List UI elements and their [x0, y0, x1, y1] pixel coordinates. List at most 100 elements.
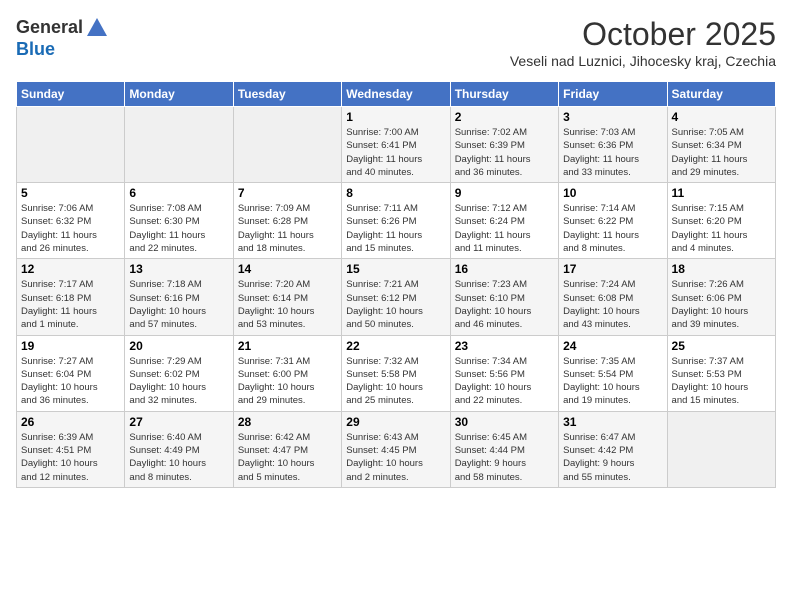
- day-info: Sunrise: 7:32 AM Sunset: 5:58 PM Dayligh…: [346, 355, 445, 408]
- day-info: Sunrise: 7:37 AM Sunset: 5:53 PM Dayligh…: [672, 355, 771, 408]
- calendar-cell: 26 Sunrise: 6:39 AM Sunset: 4:51 PM Dayli…: [17, 411, 125, 487]
- calendar-cell: [17, 107, 125, 183]
- calendar-cell: 4 Sunrise: 7:05 AM Sunset: 6:34 PM Daylig…: [667, 107, 775, 183]
- weekday-header-thursday: Thursday: [450, 82, 558, 107]
- calendar-week-4: 19 Sunrise: 7:27 AM Sunset: 6:04 PM Dayli…: [17, 335, 776, 411]
- day-number: 1: [346, 110, 445, 124]
- calendar-cell: 2 Sunrise: 7:02 AM Sunset: 6:39 PM Daylig…: [450, 107, 558, 183]
- calendar-cell: 14Sunrise: 7:20 AM Sunset: 6:14 PM Dayli…: [233, 259, 341, 335]
- weekday-header-saturday: Saturday: [667, 82, 775, 107]
- day-number: 11: [672, 186, 771, 200]
- calendar-cell: 1 Sunrise: 7:00 AM Sunset: 6:41 PM Daylig…: [342, 107, 450, 183]
- day-info: Sunrise: 7:08 AM Sunset: 6:30 PM Dayligh…: [129, 202, 228, 255]
- calendar-week-3: 12Sunrise: 7:17 AM Sunset: 6:18 PM Dayli…: [17, 259, 776, 335]
- day-info: Sunrise: 7:05 AM Sunset: 6:34 PM Dayligh…: [672, 126, 771, 179]
- day-number: 31: [563, 415, 662, 429]
- day-number: 18: [672, 262, 771, 276]
- calendar-cell: 7Sunrise: 7:09 AM Sunset: 6:28 PM Daylig…: [233, 183, 341, 259]
- day-number: 21: [238, 339, 337, 353]
- calendar-cell: 25 Sunrise: 7:37 AM Sunset: 5:53 PM Dayli…: [667, 335, 775, 411]
- calendar-cell: 13 Sunrise: 7:18 AM Sunset: 6:16 PM Dayli…: [125, 259, 233, 335]
- calendar-cell: 19 Sunrise: 7:27 AM Sunset: 6:04 PM Dayli…: [17, 335, 125, 411]
- logo: General Blue: [16, 16, 109, 60]
- calendar-cell: 8Sunrise: 7:11 AM Sunset: 6:26 PM Daylig…: [342, 183, 450, 259]
- day-info: Sunrise: 7:14 AM Sunset: 6:22 PM Dayligh…: [563, 202, 662, 255]
- calendar-cell: 30Sunrise: 6:45 AM Sunset: 4:44 PM Dayli…: [450, 411, 558, 487]
- day-info: Sunrise: 7:35 AM Sunset: 5:54 PM Dayligh…: [563, 355, 662, 408]
- day-number: 24: [563, 339, 662, 353]
- day-info: Sunrise: 7:24 AM Sunset: 6:08 PM Dayligh…: [563, 278, 662, 331]
- calendar-cell: [233, 107, 341, 183]
- day-number: 16: [455, 262, 554, 276]
- day-info: Sunrise: 7:34 AM Sunset: 5:56 PM Dayligh…: [455, 355, 554, 408]
- day-info: Sunrise: 6:39 AM Sunset: 4:51 PM Dayligh…: [21, 431, 120, 484]
- calendar-cell: 17Sunrise: 7:24 AM Sunset: 6:08 PM Dayli…: [559, 259, 667, 335]
- day-info: Sunrise: 7:12 AM Sunset: 6:24 PM Dayligh…: [455, 202, 554, 255]
- calendar-cell: 6 Sunrise: 7:08 AM Sunset: 6:30 PM Daylig…: [125, 183, 233, 259]
- title-section: October 2025 Veseli nad Luznici, Jihoces…: [510, 16, 776, 69]
- day-info: Sunrise: 7:02 AM Sunset: 6:39 PM Dayligh…: [455, 126, 554, 179]
- calendar-cell: 11Sunrise: 7:15 AM Sunset: 6:20 PM Dayli…: [667, 183, 775, 259]
- day-number: 29: [346, 415, 445, 429]
- day-info: Sunrise: 7:29 AM Sunset: 6:02 PM Dayligh…: [129, 355, 228, 408]
- day-info: Sunrise: 7:27 AM Sunset: 6:04 PM Dayligh…: [21, 355, 120, 408]
- location-title: Veseli nad Luznici, Jihocesky kraj, Czec…: [510, 53, 776, 69]
- calendar-cell: 22Sunrise: 7:32 AM Sunset: 5:58 PM Dayli…: [342, 335, 450, 411]
- calendar-cell: 15 Sunrise: 7:21 AM Sunset: 6:12 PM Dayli…: [342, 259, 450, 335]
- calendar-cell: [125, 107, 233, 183]
- weekday-header-sunday: Sunday: [17, 82, 125, 107]
- day-number: 4: [672, 110, 771, 124]
- day-info: Sunrise: 7:00 AM Sunset: 6:41 PM Dayligh…: [346, 126, 445, 179]
- day-number: 5: [21, 186, 120, 200]
- calendar-week-1: 1 Sunrise: 7:00 AM Sunset: 6:41 PM Daylig…: [17, 107, 776, 183]
- calendar-cell: 29 Sunrise: 6:43 AM Sunset: 4:45 PM Dayli…: [342, 411, 450, 487]
- day-info: Sunrise: 6:42 AM Sunset: 4:47 PM Dayligh…: [238, 431, 337, 484]
- calendar: SundayMondayTuesdayWednesdayThursdayFrid…: [16, 81, 776, 488]
- day-info: Sunrise: 7:18 AM Sunset: 6:16 PM Dayligh…: [129, 278, 228, 331]
- calendar-week-5: 26 Sunrise: 6:39 AM Sunset: 4:51 PM Dayli…: [17, 411, 776, 487]
- weekday-header-tuesday: Tuesday: [233, 82, 341, 107]
- calendar-cell: 10 Sunrise: 7:14 AM Sunset: 6:22 PM Dayli…: [559, 183, 667, 259]
- day-number: 25: [672, 339, 771, 353]
- day-number: 15: [346, 262, 445, 276]
- day-number: 19: [21, 339, 120, 353]
- day-number: 26: [21, 415, 120, 429]
- day-info: Sunrise: 7:06 AM Sunset: 6:32 PM Dayligh…: [21, 202, 120, 255]
- day-info: Sunrise: 7:21 AM Sunset: 6:12 PM Dayligh…: [346, 278, 445, 331]
- logo-general: General: [16, 17, 83, 37]
- day-info: Sunrise: 6:43 AM Sunset: 4:45 PM Dayligh…: [346, 431, 445, 484]
- calendar-cell: 3Sunrise: 7:03 AM Sunset: 6:36 PM Daylig…: [559, 107, 667, 183]
- month-title: October 2025: [510, 16, 776, 53]
- day-info: Sunrise: 7:26 AM Sunset: 6:06 PM Dayligh…: [672, 278, 771, 331]
- calendar-cell: 31Sunrise: 6:47 AM Sunset: 4:42 PM Dayli…: [559, 411, 667, 487]
- day-number: 8: [346, 186, 445, 200]
- calendar-cell: 28 Sunrise: 6:42 AM Sunset: 4:47 PM Dayli…: [233, 411, 341, 487]
- day-info: Sunrise: 7:09 AM Sunset: 6:28 PM Dayligh…: [238, 202, 337, 255]
- calendar-cell: 20 Sunrise: 7:29 AM Sunset: 6:02 PM Dayli…: [125, 335, 233, 411]
- weekday-header-friday: Friday: [559, 82, 667, 107]
- calendar-cell: 9 Sunrise: 7:12 AM Sunset: 6:24 PM Daylig…: [450, 183, 558, 259]
- day-number: 12: [21, 262, 120, 276]
- calendar-week-2: 5 Sunrise: 7:06 AM Sunset: 6:32 PM Daylig…: [17, 183, 776, 259]
- day-info: Sunrise: 7:23 AM Sunset: 6:10 PM Dayligh…: [455, 278, 554, 331]
- day-number: 28: [238, 415, 337, 429]
- calendar-cell: 5 Sunrise: 7:06 AM Sunset: 6:32 PM Daylig…: [17, 183, 125, 259]
- logo-icon: [85, 16, 109, 40]
- logo-blue: Blue: [16, 39, 55, 59]
- calendar-cell: 16 Sunrise: 7:23 AM Sunset: 6:10 PM Dayli…: [450, 259, 558, 335]
- day-info: Sunrise: 7:03 AM Sunset: 6:36 PM Dayligh…: [563, 126, 662, 179]
- day-number: 30: [455, 415, 554, 429]
- calendar-cell: 18 Sunrise: 7:26 AM Sunset: 6:06 PM Dayli…: [667, 259, 775, 335]
- day-info: Sunrise: 7:20 AM Sunset: 6:14 PM Dayligh…: [238, 278, 337, 331]
- day-number: 20: [129, 339, 228, 353]
- weekday-header-wednesday: Wednesday: [342, 82, 450, 107]
- day-number: 13: [129, 262, 228, 276]
- day-number: 10: [563, 186, 662, 200]
- day-number: 6: [129, 186, 228, 200]
- day-info: Sunrise: 7:31 AM Sunset: 6:00 PM Dayligh…: [238, 355, 337, 408]
- day-number: 2: [455, 110, 554, 124]
- calendar-cell: 27Sunrise: 6:40 AM Sunset: 4:49 PM Dayli…: [125, 411, 233, 487]
- day-number: 23: [455, 339, 554, 353]
- day-number: 9: [455, 186, 554, 200]
- calendar-cell: 21 Sunrise: 7:31 AM Sunset: 6:00 PM Dayli…: [233, 335, 341, 411]
